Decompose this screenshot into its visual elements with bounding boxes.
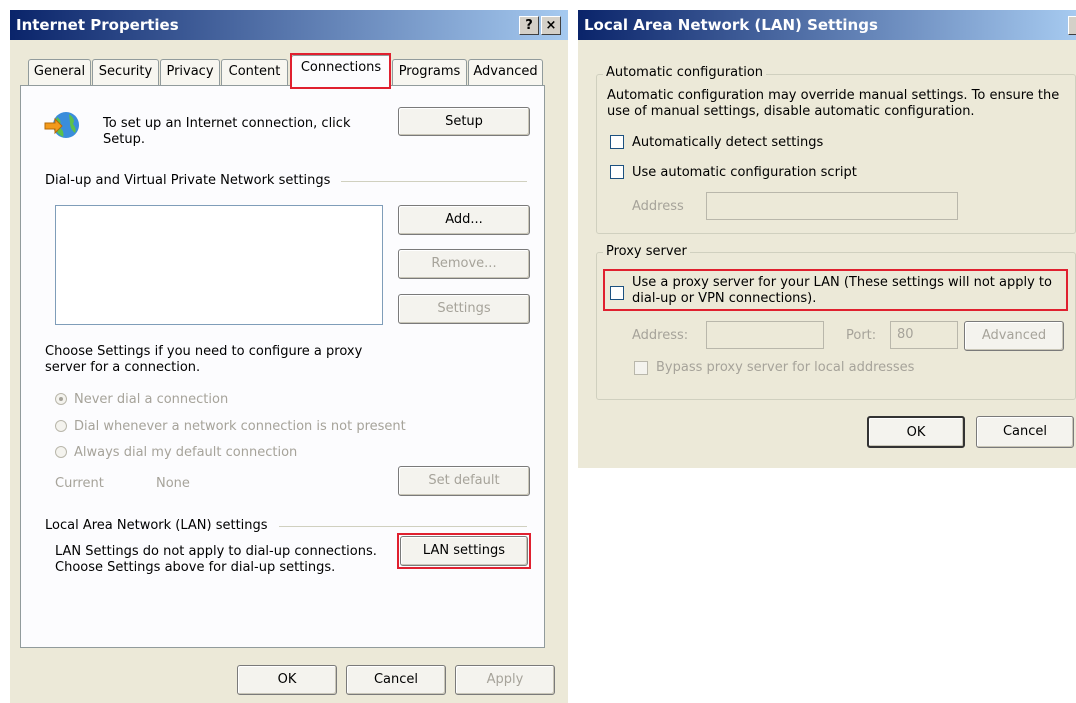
tab-connections[interactable]: Connections (291, 55, 391, 86)
dialog-title: Internet Properties (16, 16, 179, 34)
auto-detect-label: Automatically detect settings (632, 135, 824, 150)
globe-network-icon (44, 112, 79, 138)
radio-selected-dot (59, 397, 63, 401)
lan-close-button[interactable] (1068, 16, 1076, 35)
add-button[interactable]: Add... (398, 205, 530, 235)
current-label: Current (55, 476, 104, 491)
connections-panel: To set up an Internet connection, click … (20, 85, 545, 648)
tab-privacy[interactable]: Privacy (160, 59, 220, 85)
radio-dial-when-not-present-label: Dial whenever a network connection is no… (74, 419, 406, 434)
divider (341, 181, 527, 182)
setup-description: To set up an Internet connection, click … (103, 116, 351, 147)
title-bar: Internet Properties ? × (10, 10, 568, 40)
lan-description: LAN Settings do not apply to dial-up con… (55, 544, 377, 575)
proxy-server-label: Proxy server (603, 244, 690, 259)
bypass-local-label: Bypass proxy server for local addresses (656, 360, 915, 375)
tab-content[interactable]: Content (221, 59, 288, 85)
setup-button[interactable]: Setup (398, 107, 530, 136)
current-value: None (156, 476, 190, 491)
dialup-section-header: Dial-up and Virtual Private Network sett… (45, 173, 331, 188)
apply-button[interactable]: Apply (455, 665, 555, 695)
radio-never-dial-label: Never dial a connection (74, 392, 229, 407)
script-address-label: Address (632, 199, 684, 214)
script-address-input[interactable] (706, 192, 958, 220)
bypass-local-checkbox[interactable] (634, 361, 648, 375)
lan-section-header: Local Area Network (LAN) settings (45, 518, 268, 533)
auto-script-checkbox[interactable] (610, 165, 624, 179)
proxy-description: Choose Settings if you need to configure… (45, 344, 363, 375)
settings-button[interactable]: Settings (398, 294, 530, 324)
close-button[interactable]: × (541, 16, 561, 35)
auto-script-label: Use automatic configuration script (632, 165, 857, 180)
use-proxy-checkbox[interactable] (610, 286, 624, 300)
automatic-configuration-description: Automatic configuration may override man… (607, 88, 1060, 119)
radio-dial-when-not-present[interactable] (55, 420, 67, 432)
lan-settings-dialog: Local Area Network (LAN) Settings Automa… (578, 10, 1076, 468)
divider (279, 526, 527, 527)
advanced-button[interactable]: Advanced (964, 321, 1064, 351)
use-proxy-label: Use a proxy server for your LAN (These s… (632, 275, 1052, 306)
remove-button[interactable]: Remove... (398, 249, 530, 279)
proxy-address-input[interactable] (706, 321, 824, 349)
automatic-configuration-label: Automatic configuration (603, 65, 767, 80)
lan-ok-button[interactable]: OK (867, 416, 965, 448)
tab-general[interactable]: General (28, 59, 91, 85)
connections-list[interactable] (55, 205, 383, 325)
radio-never-dial[interactable] (55, 393, 67, 405)
set-default-button[interactable]: Set default (398, 466, 530, 496)
auto-detect-checkbox[interactable] (610, 135, 624, 149)
port-label: Port: (846, 328, 877, 343)
dialog-title: Local Area Network (LAN) Settings (584, 16, 878, 34)
lan-settings-button[interactable]: LAN settings (400, 536, 528, 566)
title-bar: Local Area Network (LAN) Settings (578, 10, 1076, 40)
proxy-address-label: Address: (632, 328, 689, 343)
ok-button[interactable]: OK (237, 665, 337, 695)
port-input[interactable]: 80 (890, 321, 958, 349)
tab-advanced[interactable]: Advanced (468, 59, 543, 85)
cancel-button[interactable]: Cancel (346, 665, 446, 695)
radio-always-dial[interactable] (55, 446, 67, 458)
radio-always-dial-label: Always dial my default connection (74, 445, 298, 460)
help-button[interactable]: ? (519, 16, 539, 35)
tab-security[interactable]: Security (92, 59, 159, 85)
lan-cancel-button[interactable]: Cancel (976, 416, 1074, 448)
tab-programs[interactable]: Programs (392, 59, 467, 85)
